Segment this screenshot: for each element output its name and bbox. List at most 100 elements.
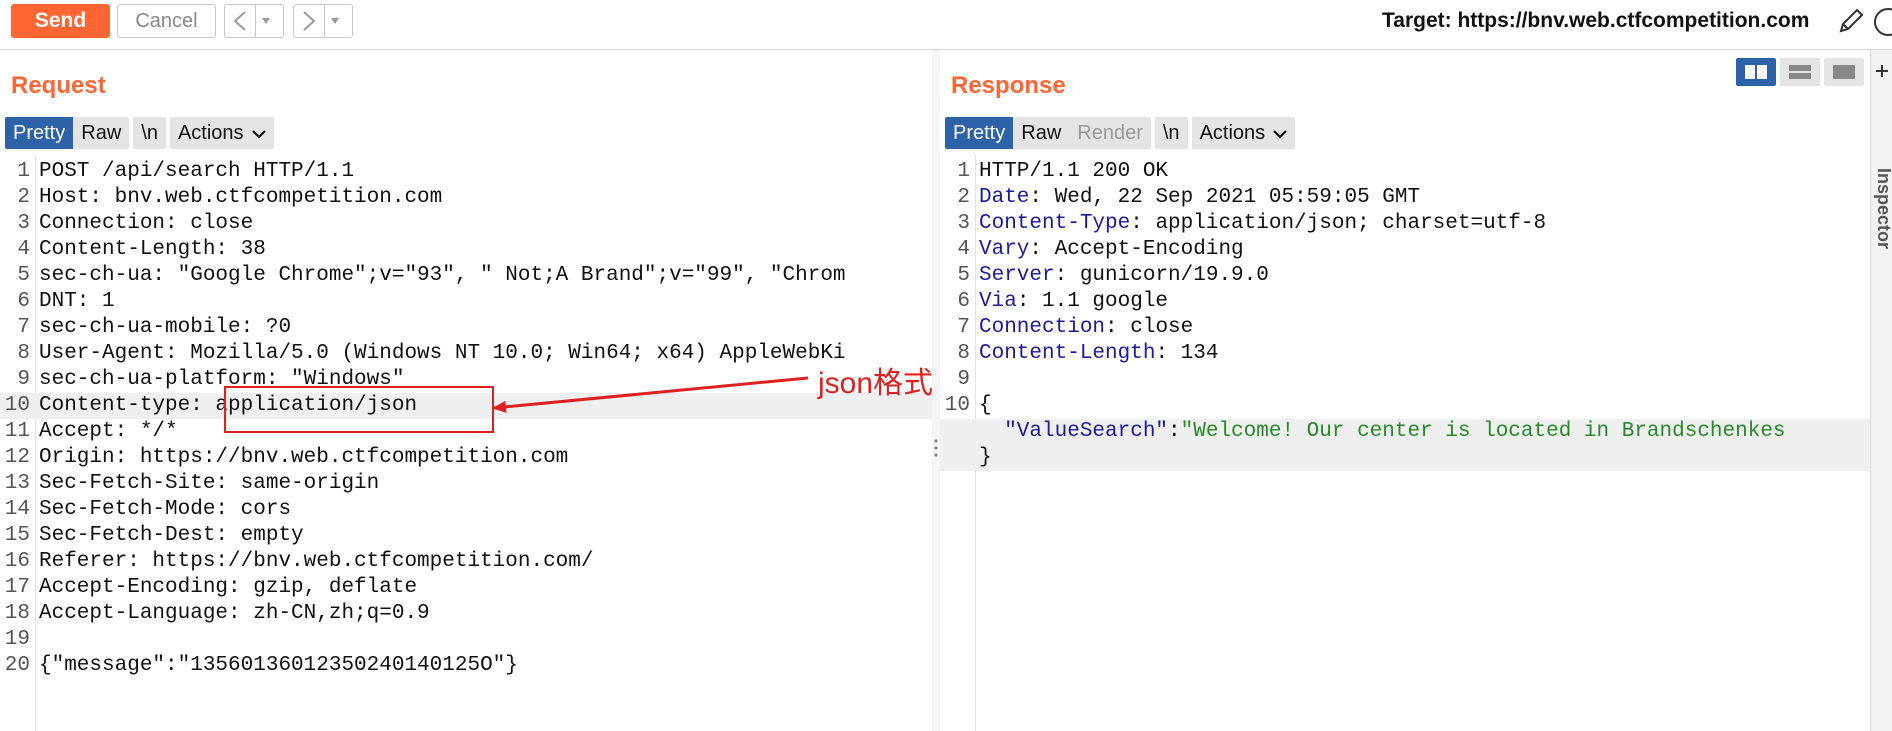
header-name: Content-Length	[979, 342, 1156, 365]
json-body-line: "ValueSearch":"Welcome! Our center is lo…	[940, 419, 1870, 445]
chevron-down-icon	[1273, 122, 1287, 145]
request-tab-pretty[interactable]: Pretty	[5, 117, 74, 149]
code-line: 8 Content-Length: 134	[940, 341, 1870, 367]
code-line: 13 Sec-Fetch-Site: same-origin	[0, 471, 932, 497]
line-number: 3	[17, 212, 30, 235]
code-line: 8 User-Agent: Mozilla/5.0 (Windows NT 10.…	[0, 341, 932, 367]
line-number: 5	[957, 264, 970, 287]
header-value: : 134	[1155, 342, 1219, 365]
send-button[interactable]: Send	[11, 4, 110, 38]
code-text: Referer: https://bnv.web.ctfcompetition.…	[39, 550, 594, 573]
header-name: Server	[979, 264, 1055, 287]
code-text: DNT: 1	[39, 290, 115, 313]
line-number: 1	[17, 160, 30, 183]
back-dropdown-icon[interactable]	[255, 5, 276, 37]
header-value: : Accept-Encoding	[1029, 238, 1244, 261]
line-number: 15	[4, 524, 30, 547]
request-actions-menu[interactable]: Actions	[169, 117, 274, 149]
json-value: "Welcome! Our center is located in Brand…	[1180, 420, 1786, 443]
help-icon[interactable]	[1872, 6, 1892, 43]
code-line: 7 sec-ch-ua-mobile: ?0	[0, 315, 932, 341]
split-horizontal-layout-icon[interactable]	[1736, 58, 1776, 86]
code-text: sec-ch-ua: "Google Chrome";v="93", " Not…	[39, 264, 846, 287]
forward-nav-group[interactable]	[293, 4, 353, 38]
response-tab-raw[interactable]: Raw	[1013, 117, 1070, 149]
tabs-layout-icon[interactable]	[1824, 58, 1864, 86]
code-line: 2 Host: bnv.web.ctfcompetition.com	[0, 185, 932, 211]
pane-divider[interactable]	[932, 50, 940, 731]
code-line: 2 Date: Wed, 22 Sep 2021 05:59:05 GMT	[940, 185, 1870, 211]
response-tab-render[interactable]: Render	[1069, 117, 1151, 149]
code-line: 4 Content-Length: 38	[0, 237, 932, 263]
code-text: Accept-Encoding: gzip, deflate	[39, 576, 418, 599]
code-text: Content-Length: 38	[39, 238, 266, 261]
code-line: 1 HTTP/1.1 200 OK	[940, 159, 1870, 185]
drag-handle-icon[interactable]	[932, 438, 940, 463]
layout-toggle-group	[1736, 58, 1864, 86]
code-text: Sec-Fetch-Site: same-origin	[39, 472, 380, 495]
forward-dropdown-icon[interactable]	[324, 5, 345, 37]
request-tab-raw[interactable]: Raw	[73, 117, 130, 149]
request-title: Request	[11, 72, 106, 99]
code-line: 20 {"message":"13560136012350240140125O"}	[0, 653, 932, 679]
line-number: 6	[17, 290, 30, 313]
line-number: 12	[4, 446, 30, 469]
code-text: {	[979, 393, 992, 419]
back-nav-group[interactable]	[224, 4, 284, 38]
code-line: 4 Vary: Accept-Encoding	[940, 237, 1870, 263]
header-value: : close	[1105, 316, 1194, 339]
line-number: 10	[944, 394, 970, 417]
line-number: 4	[957, 238, 970, 261]
code-text: Vary: Accept-Encoding	[979, 237, 1244, 263]
line-number: 2	[957, 186, 970, 209]
code-line: 15 Sec-Fetch-Dest: empty	[0, 523, 932, 549]
line-number: 16	[4, 550, 30, 573]
inspector-label[interactable]: Inspector	[1873, 168, 1892, 249]
code-text: Content-Length: 134	[979, 341, 1218, 367]
request-editor[interactable]: 1 POST /api/search HTTP/1.1 2 Host: bnv.web…	[0, 155, 932, 731]
line-number: 1	[957, 160, 970, 183]
forward-arrow-icon[interactable]	[294, 10, 324, 32]
code-line: 12 Origin: https://bnv.web.ctfcompetition…	[0, 445, 932, 471]
header-name: Vary	[979, 238, 1030, 261]
code-text: Connection: close	[979, 315, 1193, 341]
back-arrow-icon[interactable]	[225, 10, 255, 32]
code-text: sec-ch-ua-mobile: ?0	[39, 316, 292, 339]
response-actions-menu[interactable]: Actions	[1191, 117, 1296, 149]
line-number: 7	[17, 316, 30, 339]
code-line: 6 Via: 1.1 google	[940, 289, 1870, 315]
line-number: 5	[17, 264, 30, 287]
header-name: Via	[979, 290, 1017, 313]
line-number: 11	[4, 420, 30, 443]
response-newline-toggle[interactable]: \n	[1154, 117, 1188, 149]
code-line: 19	[0, 627, 932, 653]
header-value: : gunicorn/19.9.0	[1054, 264, 1269, 287]
pencil-icon[interactable]	[1836, 6, 1866, 41]
request-actions-label: Actions	[177, 121, 244, 144]
header-name: Connection	[979, 316, 1106, 339]
line-number: 13	[4, 472, 30, 495]
code-text: Content-Type: application/json; charset=…	[979, 211, 1546, 237]
request-newline-toggle[interactable]: \n	[133, 117, 166, 149]
cancel-button[interactable]: Cancel	[117, 4, 216, 38]
code-text: Host: bnv.web.ctfcompetition.com	[39, 186, 443, 209]
response-tab-pretty[interactable]: Pretty	[945, 117, 1014, 149]
json-colon: :	[1168, 420, 1181, 443]
split-vertical-layout-icon[interactable]	[1780, 58, 1820, 86]
header-value: {	[979, 394, 992, 417]
code-text: Origin: https://bnv.web.ctfcompetition.c…	[39, 446, 569, 469]
target-label: Target: https://bnv.web.ctfcompetition.c…	[1382, 9, 1810, 32]
header-name: Content-Type	[979, 212, 1131, 235]
chevron-down-icon	[251, 122, 266, 145]
response-editor[interactable]: 1 HTTP/1.1 200 OK 2 Date: Wed, 22 Sep 2021 …	[940, 155, 1870, 731]
inspector-sidebar[interactable]: Inspector	[1870, 50, 1892, 731]
code-line: 16 Referer: https://bnv.web.ctfcompetitio…	[0, 549, 932, 575]
code-line: 18 Accept-Language: zh-CN,zh;q=0.9	[0, 601, 932, 627]
json-text: "ValueSearch":"Welcome! Our center is lo…	[979, 419, 1786, 445]
code-line: 5 Server: gunicorn/19.9.0	[940, 263, 1870, 289]
plus-icon[interactable]	[1875, 64, 1889, 78]
code-text: HTTP/1.1 200 OK	[979, 159, 1168, 185]
json-close: }	[979, 446, 992, 469]
line-number: 9	[957, 368, 970, 391]
code-line: 9	[940, 367, 1870, 393]
